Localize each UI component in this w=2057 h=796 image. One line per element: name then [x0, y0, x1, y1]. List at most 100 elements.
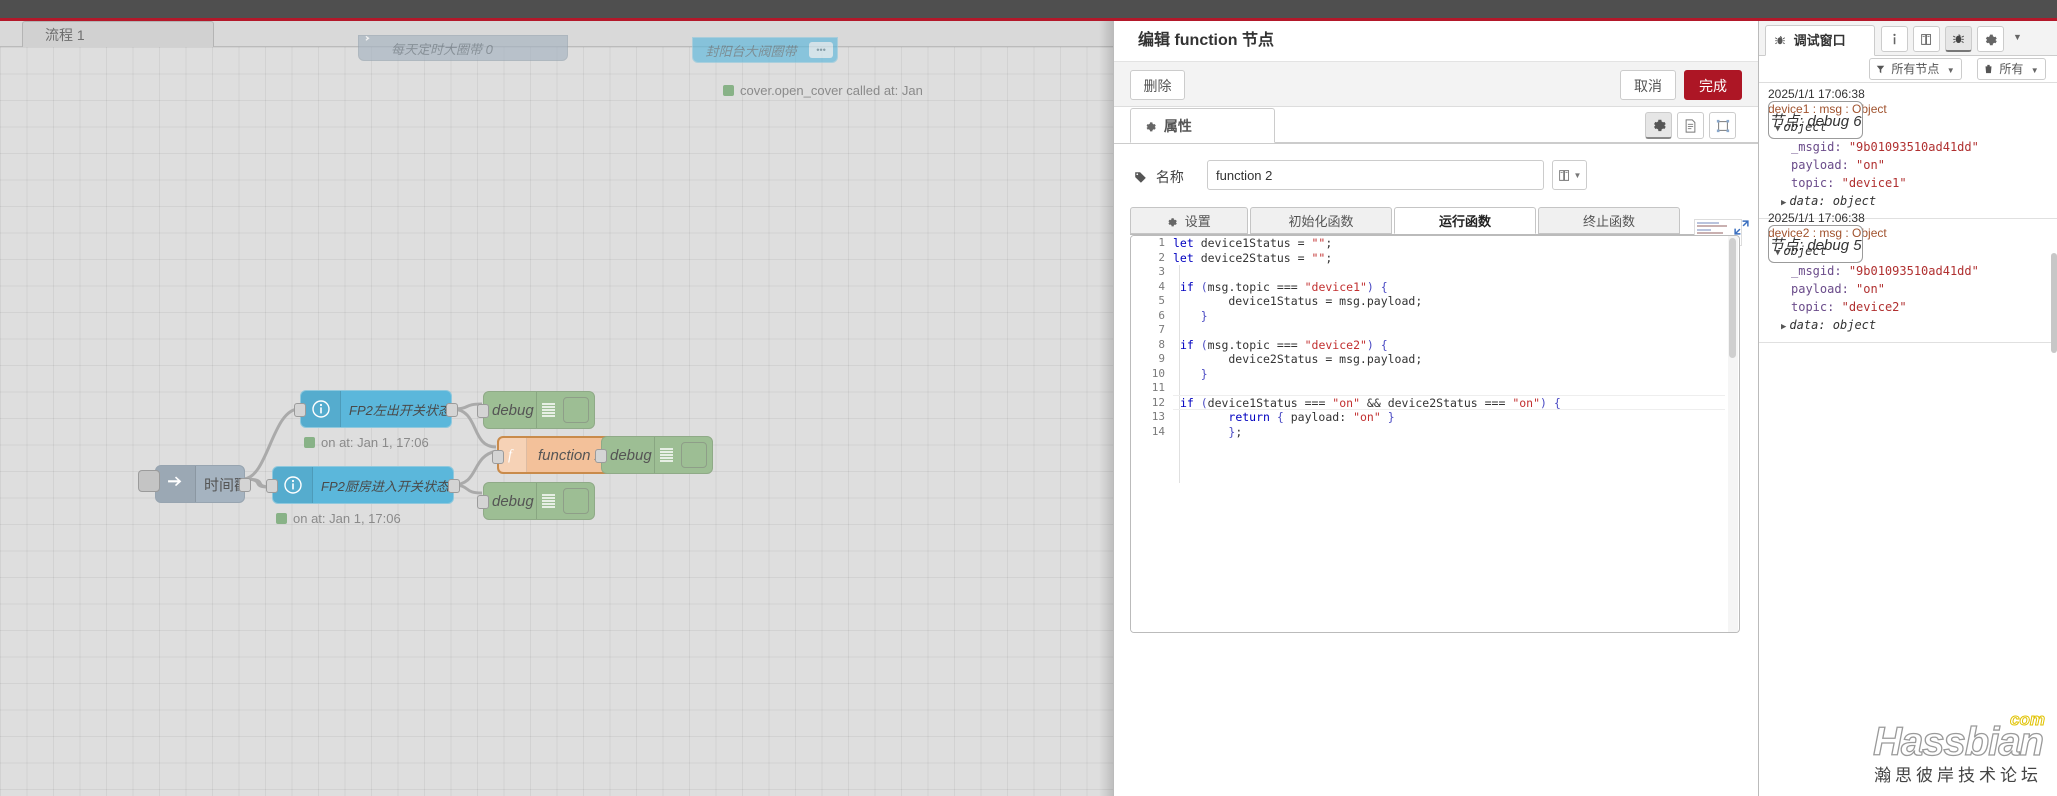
node-input-port[interactable] — [294, 403, 306, 417]
node-input-port[interactable] — [477, 404, 489, 418]
canvas-node-timestamp[interactable]: 时间戳 — [138, 465, 251, 503]
chevron-down-icon: ▼ — [2030, 66, 2039, 75]
delete-button[interactable]: 删除 — [1130, 70, 1185, 100]
scrollbar-thumb[interactable] — [1729, 238, 1736, 358]
info-icon-button[interactable] — [1881, 26, 1908, 52]
debug-sidebar: 调试窗口 ▼ 所有节点 ▼ 所有 ▼ 2025/1/1 17:06:38 节点:… — [1758, 21, 2057, 796]
node-button[interactable] — [138, 470, 160, 492]
edit-function-dialog: 编辑 function 节点 删除 取消 完成 属性 名称 function 2… — [1113, 21, 1758, 796]
line-number: 9 — [1158, 352, 1165, 365]
gear-icon-button[interactable] — [1645, 112, 1672, 139]
debug-toggle-button[interactable] — [563, 488, 589, 514]
chevron-down-icon: ▼ — [1573, 170, 1582, 180]
node-label: debug 6 — [492, 401, 536, 419]
tab-debug-window[interactable]: 调试窗口 — [1765, 25, 1875, 56]
node-input-port[interactable] — [477, 495, 489, 509]
debug-toggle-button[interactable] — [681, 442, 707, 468]
arrow-icon — [156, 466, 196, 502]
canvas-edge-shadow — [1099, 21, 1113, 796]
message-property: _msgid: "9b01093510ad41dd" — [1791, 264, 1979, 278]
subtab-settings[interactable]: 设置 — [1130, 207, 1248, 234]
resize-icon-button[interactable] — [1709, 112, 1736, 139]
gear-icon-button[interactable] — [1977, 26, 2004, 52]
info-icon — [273, 467, 313, 503]
clear-label: 所有 — [1999, 62, 2024, 76]
message-meta: 2025/1/1 17:06:38 节点: debug 5 — [1759, 211, 2057, 263]
node-output-port[interactable] — [239, 478, 251, 492]
document-icon — [1685, 118, 1696, 133]
subtab-init-function[interactable]: 初始化函数 — [1250, 207, 1392, 234]
debug-message[interactable]: 2025/1/1 17:06:38 节点: debug 5 device2 : … — [1759, 207, 2057, 343]
info-icon — [1893, 33, 1896, 44]
subtab-run-function[interactable]: 运行函数 — [1394, 207, 1536, 234]
expand-editor-button[interactable] — [1733, 219, 1750, 236]
code-line: let device2Status = ""; — [1173, 250, 1333, 265]
node-input-port[interactable] — [266, 479, 278, 493]
ellipsis-icon: ••• — [809, 42, 833, 58]
line-number: 8 — [1158, 337, 1165, 351]
debug-toggle-button[interactable] — [563, 397, 589, 423]
code-line: } — [1200, 366, 1208, 381]
chevron-down-icon[interactable]: ▼ — [2013, 32, 2022, 42]
status-dot — [723, 85, 734, 96]
line-number: 5 — [1158, 294, 1165, 307]
debug-lines-icon — [536, 483, 560, 519]
gear-icon — [1146, 122, 1156, 132]
filter-nodes-dropdown[interactable]: 所有节点 ▼ — [1869, 58, 1962, 80]
tag-icon — [1135, 172, 1146, 183]
caret-right-icon: ▶ — [1781, 322, 1787, 332]
line-number: 6 — [1158, 308, 1165, 322]
canvas-node-daily-timer[interactable]: 每天定时大圈带 0 — [358, 35, 568, 61]
canvas-node-debug-6[interactable]: debug 6 — [477, 391, 595, 429]
dialog-title: 编辑 function 节点 — [1114, 21, 1758, 61]
node-label: debug 5 — [492, 492, 536, 510]
line-number: 10 — [1151, 366, 1165, 380]
canvas-grid[interactable]: 每天定时大圈带 0 封阳台大阀圈带 ••• cover.open_cover c… — [0, 35, 1113, 796]
name-label: 名称 — [1155, 169, 1184, 185]
tab-properties[interactable]: 属性 — [1130, 108, 1275, 143]
bug-icon — [1774, 36, 1786, 45]
canvas-node-balcony-valve[interactable]: 封阳台大阀圈带 ••• — [692, 37, 838, 63]
bug-icon-button[interactable] — [1945, 26, 1972, 52]
line-number: 2 — [1158, 250, 1165, 264]
flow-canvas[interactable]: 流程 1 每天定时大圈带 0 封阳台大阀圈带 ••• cover.open_co… — [0, 21, 1113, 796]
canvas-node-fp2-kitchen-enter[interactable]: FP2厨房进入开关状态检测 — [266, 466, 460, 504]
code-editor[interactable]: 1 2 3 4 5 6 7 8 9 10 11 12 13 14 let dev… — [1130, 235, 1740, 633]
canvas-node-debug-4[interactable]: debug 4 — [595, 436, 713, 474]
code-scrollbar[interactable] — [1728, 236, 1738, 632]
canvas-node-fp2-left-exit[interactable]: FP2左出开关状态检测 — [294, 390, 458, 428]
filter-nodes-label: 所有节点 — [1891, 62, 1940, 76]
sidebar-scrollbar[interactable] — [2051, 83, 2057, 413]
code-gutter: 1 2 3 4 5 6 7 8 9 10 11 12 13 14 — [1131, 236, 1173, 632]
line-number: 4 — [1158, 279, 1165, 293]
line-number: 14 — [1151, 424, 1165, 438]
message-timestamp: 2025/1/1 17:06:38 — [1768, 211, 1865, 225]
clear-dropdown[interactable]: 所有 ▼ — [1977, 58, 2046, 80]
name-input[interactable] — [1207, 160, 1544, 190]
node-input-port[interactable] — [492, 450, 504, 464]
node-label: 封阳台大阀圈带 — [705, 43, 797, 59]
svg-text:f: f — [508, 448, 514, 464]
canvas-node-debug-5[interactable]: debug 5 — [477, 482, 595, 520]
code-text[interactable]: let device1Status = ""; let device2Statu… — [1173, 236, 1725, 632]
chevron-down-icon: ▼ — [1946, 66, 1955, 75]
book-icon-button[interactable] — [1913, 26, 1940, 52]
message-node: 节点: debug 5 — [1768, 225, 1863, 263]
cancel-button[interactable]: 取消 — [1620, 70, 1676, 100]
line-number: 3 — [1158, 265, 1165, 278]
message-collapsed-property[interactable]: ▶ data: object — [1759, 316, 2057, 336]
library-button[interactable]: ▼ — [1552, 160, 1587, 190]
document-icon-button[interactable] — [1677, 112, 1704, 139]
flow-tab-1[interactable]: 流程 1 — [22, 21, 214, 47]
node-output-port[interactable] — [446, 403, 458, 417]
title-bar — [0, 0, 2057, 18]
debug-message[interactable]: 2025/1/1 17:06:38 节点: debug 6 device1 : … — [1759, 83, 2057, 219]
scrollbar-thumb[interactable] — [2051, 253, 2057, 353]
node-input-port[interactable] — [595, 449, 607, 463]
node-output-port[interactable] — [448, 479, 460, 493]
subtab-stop-function[interactable]: 终止函数 — [1538, 207, 1680, 234]
done-button[interactable]: 完成 — [1684, 70, 1742, 100]
code-line: }; — [1228, 424, 1243, 439]
node-label: 每天定时大圈带 0 — [391, 41, 493, 57]
